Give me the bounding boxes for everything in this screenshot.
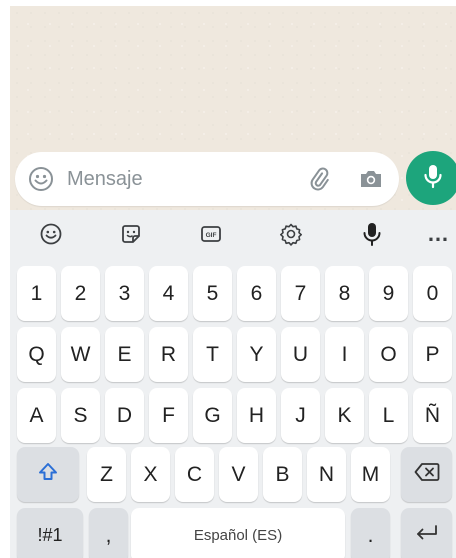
voice-message-button[interactable] [406,151,456,205]
sticker-icon[interactable] [117,220,145,248]
key-o[interactable]: O [369,327,408,382]
keyboard-toolbar: GIF … [10,210,456,258]
message-input[interactable] [67,164,287,194]
message-composer [15,152,399,206]
key-h[interactable]: H [237,388,276,443]
key-l[interactable]: L [369,388,408,443]
key-f[interactable]: F [149,388,188,443]
comma-key[interactable]: , [89,508,128,558]
key-w[interactable]: W [61,327,100,382]
key-x[interactable]: X [131,447,170,502]
key-c[interactable]: C [175,447,214,502]
key-t[interactable]: T [193,327,232,382]
key-p[interactable]: P [413,327,452,382]
camera-icon[interactable] [357,165,385,193]
key-6[interactable]: 6 [237,266,276,321]
gif-icon[interactable]: GIF [197,220,225,248]
key-5[interactable]: 5 [193,266,232,321]
shift-key[interactable] [17,447,79,502]
key-y[interactable]: Y [237,327,276,382]
key-8[interactable]: 8 [325,266,364,321]
backspace-key[interactable] [401,447,452,502]
key-b[interactable]: B [263,447,302,502]
microphone-icon [422,163,444,194]
emoji-icon[interactable] [27,165,55,193]
key-d[interactable]: D [105,388,144,443]
period-key[interactable]: . [351,508,390,558]
space-bar[interactable]: Español (ES) [131,508,345,558]
paperclip-icon[interactable] [305,165,333,193]
keyboard: GIF … 1 2 3 4 5 6 7 8 9 0 Q W E R T Y U … [10,210,456,558]
key-u[interactable]: U [281,327,320,382]
key-2[interactable]: 2 [61,266,100,321]
emoji-icon[interactable] [37,220,65,248]
key-k[interactable]: K [325,388,364,443]
key-g[interactable]: G [193,388,232,443]
enter-icon [414,523,440,549]
key-j[interactable]: J [281,388,320,443]
shift-icon [37,461,59,489]
enter-key[interactable] [401,508,452,558]
key-z[interactable]: Z [87,447,126,502]
settings-icon[interactable] [277,220,305,248]
key-0[interactable]: 0 [413,266,452,321]
key-4[interactable]: 4 [149,266,188,321]
more-icon[interactable]: … [424,220,452,248]
gif-label: GIF [206,232,217,239]
key-e[interactable]: E [105,327,144,382]
backspace-icon [414,462,440,488]
microphone-icon[interactable] [358,220,386,248]
key-r[interactable]: R [149,327,188,382]
key-m[interactable]: M [351,447,390,502]
key-enye[interactable]: Ñ [413,388,452,443]
key-v[interactable]: V [219,447,258,502]
key-s[interactable]: S [61,388,100,443]
key-7[interactable]: 7 [281,266,320,321]
key-a[interactable]: A [17,388,56,443]
key-9[interactable]: 9 [369,266,408,321]
key-q[interactable]: Q [17,327,56,382]
key-i[interactable]: I [325,327,364,382]
key-3[interactable]: 3 [105,266,144,321]
key-n[interactable]: N [307,447,346,502]
key-1[interactable]: 1 [17,266,56,321]
symbols-key[interactable]: !#1 [17,508,83,558]
